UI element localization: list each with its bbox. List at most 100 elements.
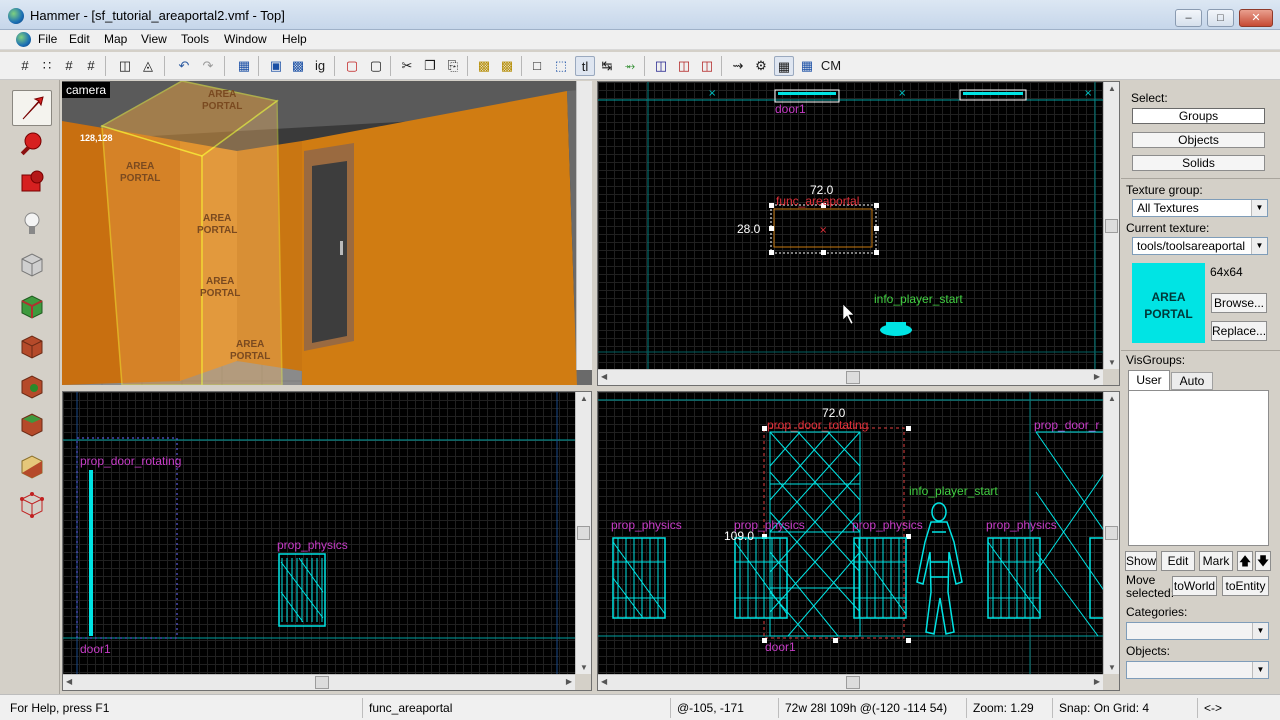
undo-icon[interactable]: ↶ xyxy=(174,56,194,76)
menu-help[interactable]: Help xyxy=(282,32,307,46)
side-view-vscroll[interactable]: ▲ ▼ xyxy=(575,392,591,674)
select-solids-button[interactable]: Solids xyxy=(1132,155,1265,171)
texture-tool[interactable] xyxy=(12,288,52,324)
textured-cube-icon xyxy=(21,295,43,319)
cut-icon[interactable]: ✂ xyxy=(397,56,417,76)
compile-icon[interactable]: ▦ xyxy=(774,56,794,76)
front-view-vscroll[interactable]: ▲ ▼ xyxy=(1103,392,1119,674)
texture-scaling-lock-icon[interactable]: ▩ xyxy=(497,56,517,76)
texture-application-icon[interactable]: ▦ xyxy=(234,56,254,76)
redo-icon[interactable]: ↷ xyxy=(198,56,218,76)
texture-preview[interactable]: AREA PORTAL xyxy=(1132,263,1205,343)
entity-tool[interactable] xyxy=(12,206,52,242)
clip-icon[interactable]: ◫ xyxy=(651,56,671,76)
to-entity-button[interactable]: toEntity xyxy=(1222,576,1269,596)
side-physics-label: prop_physics xyxy=(277,538,348,552)
visgroup-edit-button[interactable]: Edit xyxy=(1161,551,1195,571)
select-objects-button[interactable]: Objects xyxy=(1132,132,1265,148)
close-button[interactable]: ✕ xyxy=(1239,9,1273,27)
maximize-button[interactable]: □ xyxy=(1207,9,1234,27)
top-2d-viewport[interactable]: × × × × door1 72.0 28.0 func_areaportal … xyxy=(597,81,1120,386)
to-world-button[interactable]: toWorld xyxy=(1172,576,1217,596)
copy-icon[interactable]: ❐ xyxy=(420,56,440,76)
select-box-icon[interactable]: □ xyxy=(527,56,547,76)
status-nudge: <-> xyxy=(1197,698,1276,718)
front-physics-label-3: prop_physics xyxy=(852,518,923,532)
flip-icon[interactable]: ↹ xyxy=(597,56,617,76)
apply-texture-tool[interactable] xyxy=(12,328,52,364)
cube-icon xyxy=(21,253,43,277)
selection-tool[interactable] xyxy=(12,90,52,126)
cm-toggle-icon[interactable]: CM xyxy=(820,56,842,76)
svg-text:×: × xyxy=(1084,88,1092,99)
front-player-start-label: info_player_start xyxy=(909,484,998,498)
front-physics-label-4: prop_physics xyxy=(986,518,1057,532)
select-groups-button[interactable]: Groups xyxy=(1132,108,1265,124)
ig-icon[interactable]: ig xyxy=(310,56,330,76)
objects-label: Objects: xyxy=(1126,644,1171,658)
move-down-arrow-icon[interactable]: 🡇 xyxy=(1255,551,1271,571)
visgroups-user-tab[interactable]: User xyxy=(1128,370,1170,390)
cordon-icon[interactable]: ⇝ xyxy=(728,56,748,76)
grid-dots-icon[interactable]: ∷ xyxy=(37,56,57,76)
menu-window[interactable]: Window xyxy=(224,32,267,46)
document-icon[interactable] xyxy=(16,32,31,47)
grid-smaller-icon[interactable]: # xyxy=(59,56,79,76)
front-view-geometry xyxy=(598,392,1105,676)
move-up-arrow-icon[interactable]: 🡅 xyxy=(1237,551,1253,571)
browse-button[interactable]: Browse... xyxy=(1211,293,1267,313)
camera-vscroll[interactable] xyxy=(576,81,592,370)
side-2d-viewport[interactable]: prop_door_rotating prop_physics door1 ▲ ▼… xyxy=(62,391,592,691)
texture-group-select[interactable]: All Textures ▼ xyxy=(1132,199,1268,217)
decal-icon[interactable]: ◫ xyxy=(697,56,717,76)
run-map-icon[interactable]: ⚙ xyxy=(751,56,771,76)
visgroup-show-button[interactable]: Show xyxy=(1125,551,1157,571)
top-view-hscroll[interactable]: ◀ ▶ xyxy=(598,369,1103,385)
model-icon[interactable]: ▦ xyxy=(797,56,817,76)
grid-toggle-icon[interactable]: # xyxy=(15,56,35,76)
vertex-icon[interactable]: ◫ xyxy=(674,56,694,76)
camera-3d-viewport[interactable]: 128,128 AREA PORTAL AREA PORTAL AREA PORTAL… xyxy=(62,81,592,385)
menu-edit[interactable]: Edit xyxy=(69,32,90,46)
rotate-icon[interactable]: ⥇ xyxy=(620,56,640,76)
current-texture-select[interactable]: tools/toolsareaportal ▼ xyxy=(1132,237,1268,255)
texture-lock-icon[interactable]: ▩ xyxy=(474,56,494,76)
decal-tool[interactable] xyxy=(12,368,52,404)
categories-select[interactable]: ▼ xyxy=(1126,622,1269,640)
ungroup-icon[interactable]: ◬ xyxy=(138,56,158,76)
front-view-hscroll[interactable]: ◀ ▶ xyxy=(598,674,1103,690)
replace-button[interactable]: Replace... xyxy=(1211,321,1267,341)
grid-larger-icon[interactable]: # xyxy=(81,56,101,76)
tl-toggle-icon[interactable]: tl xyxy=(575,56,595,76)
menu-file[interactable]: File xyxy=(38,32,57,46)
overlay-tool[interactable] xyxy=(12,406,52,442)
categories-label: Categories: xyxy=(1126,605,1188,619)
hollow-icon[interactable]: ▩ xyxy=(288,56,308,76)
block-tool[interactable] xyxy=(12,246,52,282)
carve-icon[interactable]: ▣ xyxy=(266,56,286,76)
select-objects-icon[interactable]: ⬚ xyxy=(551,56,571,76)
hide-selected-icon[interactable]: ▢ xyxy=(342,56,362,76)
objects-select[interactable]: ▼ xyxy=(1126,661,1269,679)
vertex-tool[interactable] xyxy=(12,486,52,522)
top-areaportal-label: func_areaportal xyxy=(776,194,860,208)
visgroups-auto-tab[interactable]: Auto xyxy=(1171,372,1213,390)
show-hidden-icon[interactable]: ▢ xyxy=(366,56,386,76)
camera-tool[interactable] xyxy=(12,164,52,200)
camera-scene xyxy=(62,81,592,385)
magnify-tool[interactable] xyxy=(12,126,52,162)
paste-icon[interactable]: ⎘ xyxy=(443,56,463,76)
visgroup-mark-button[interactable]: Mark xyxy=(1199,551,1233,571)
menu-view[interactable]: View xyxy=(141,32,167,46)
texture-group-label: Texture group: xyxy=(1126,183,1203,197)
window-title: Hammer - [sf_tutorial_areaportal2.vmf - … xyxy=(30,8,285,23)
side-view-hscroll[interactable]: ◀ ▶ xyxy=(63,674,575,690)
front-2d-viewport[interactable]: 72.0 prop_door_rotating prop_door_r info… xyxy=(597,391,1120,691)
menu-map[interactable]: Map xyxy=(104,32,127,46)
clipping-tool[interactable] xyxy=(12,448,52,484)
visgroups-list[interactable] xyxy=(1128,390,1269,546)
group-icon[interactable]: ◫ xyxy=(115,56,135,76)
menu-tools[interactable]: Tools xyxy=(181,32,209,46)
minimize-button[interactable]: – xyxy=(1175,9,1202,27)
top-view-vscroll[interactable]: ▲ ▼ xyxy=(1103,82,1119,369)
